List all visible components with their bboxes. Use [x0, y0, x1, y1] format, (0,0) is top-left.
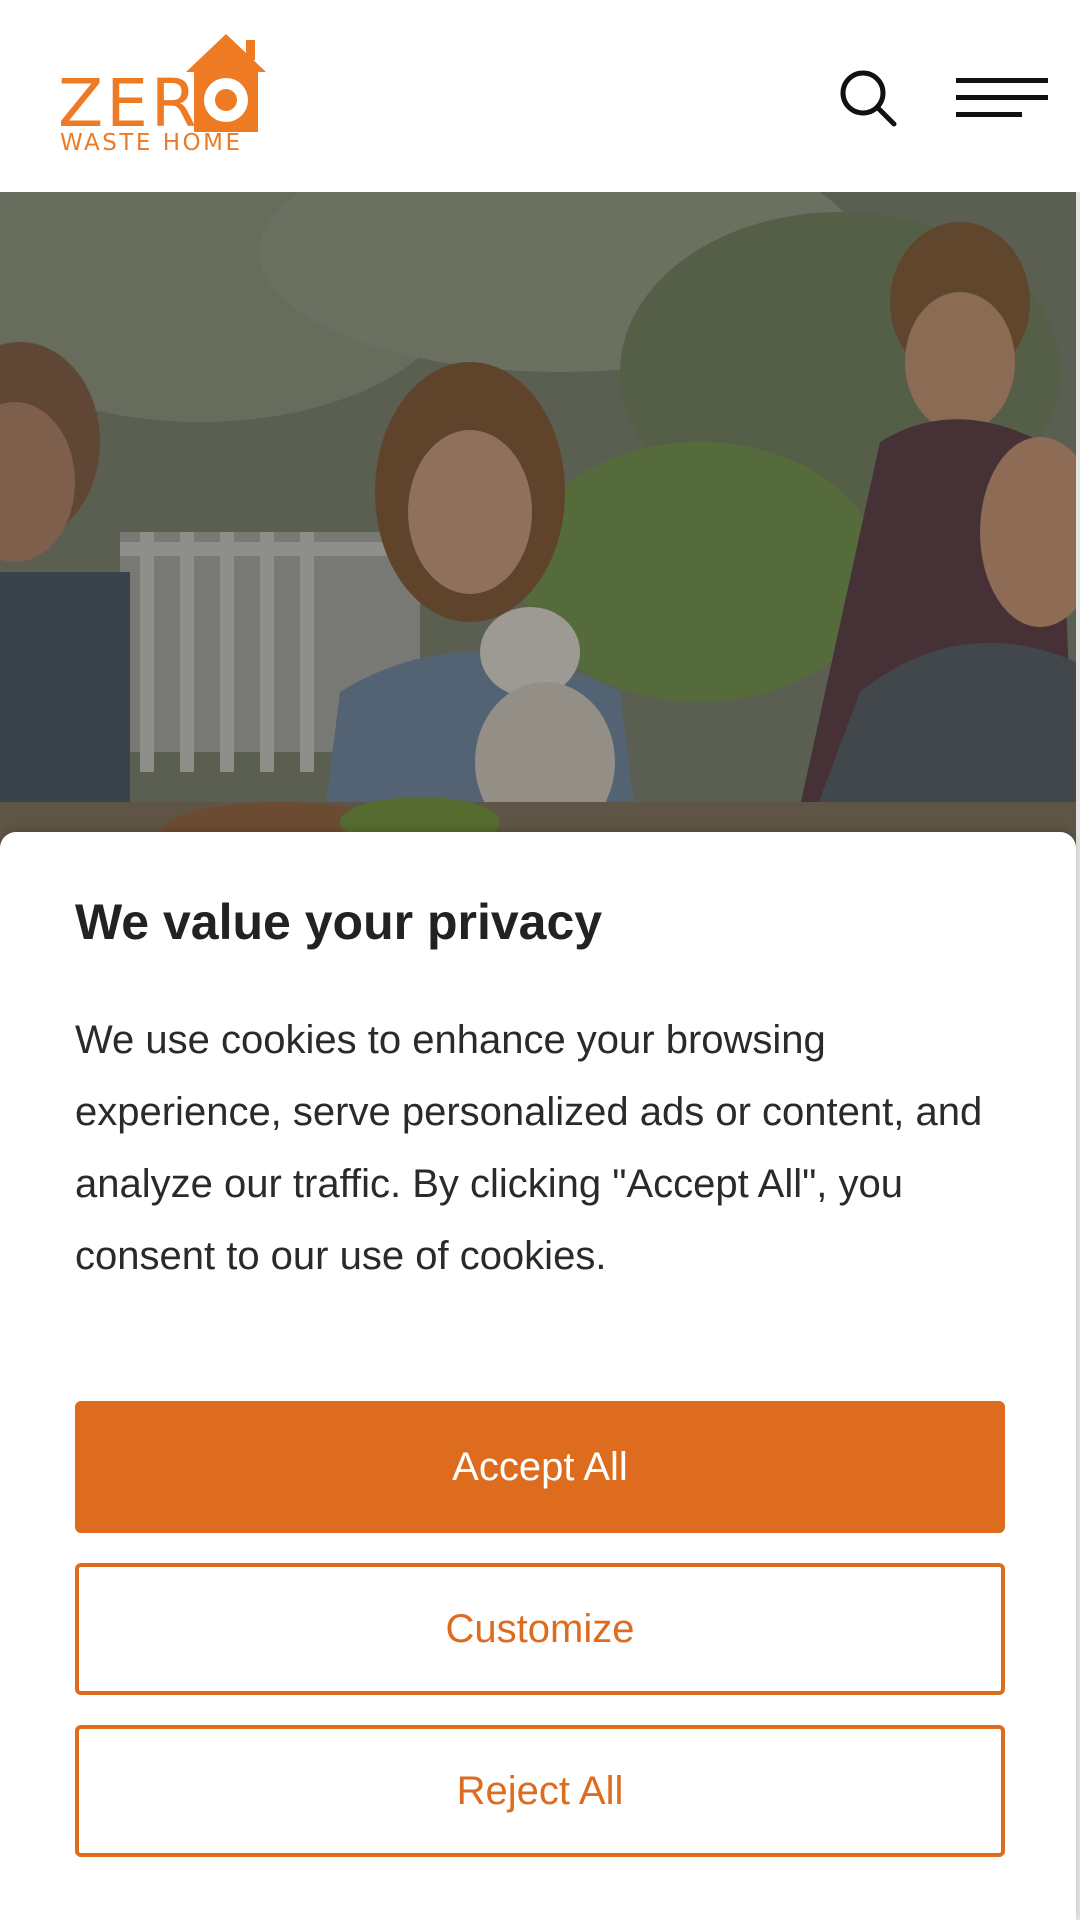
search-icon — [840, 70, 897, 127]
logo-house-icon — [186, 34, 266, 132]
page-scrollbar[interactable] — [1076, 0, 1080, 1920]
cookie-consent-dialog: We value your privacy We use cookies to … — [0, 832, 1076, 1920]
family-photo — [0, 192, 1076, 852]
consent-body-text: We use cookies to enhance your browsing … — [75, 1018, 983, 1278]
reject-all-button[interactable]: Reject All — [75, 1725, 1005, 1857]
search-button[interactable] — [832, 62, 904, 134]
menu-button[interactable] — [950, 62, 1054, 134]
site-header: ZER WASTE HOME — [0, 0, 1080, 192]
accept-all-button[interactable]: Accept All — [75, 1401, 1005, 1533]
consent-title: We value your privacy — [75, 894, 603, 950]
page: ZER WASTE HOME We value your privacy We … — [0, 0, 1080, 1920]
zero-waste-home-logo[interactable]: ZER WASTE HOME — [58, 34, 278, 160]
customize-button[interactable]: Customize — [75, 1563, 1005, 1695]
hero-image — [0, 192, 1076, 852]
hamburger-menu-icon — [956, 78, 1048, 117]
logo-subtitle: WASTE HOME — [60, 130, 243, 156]
